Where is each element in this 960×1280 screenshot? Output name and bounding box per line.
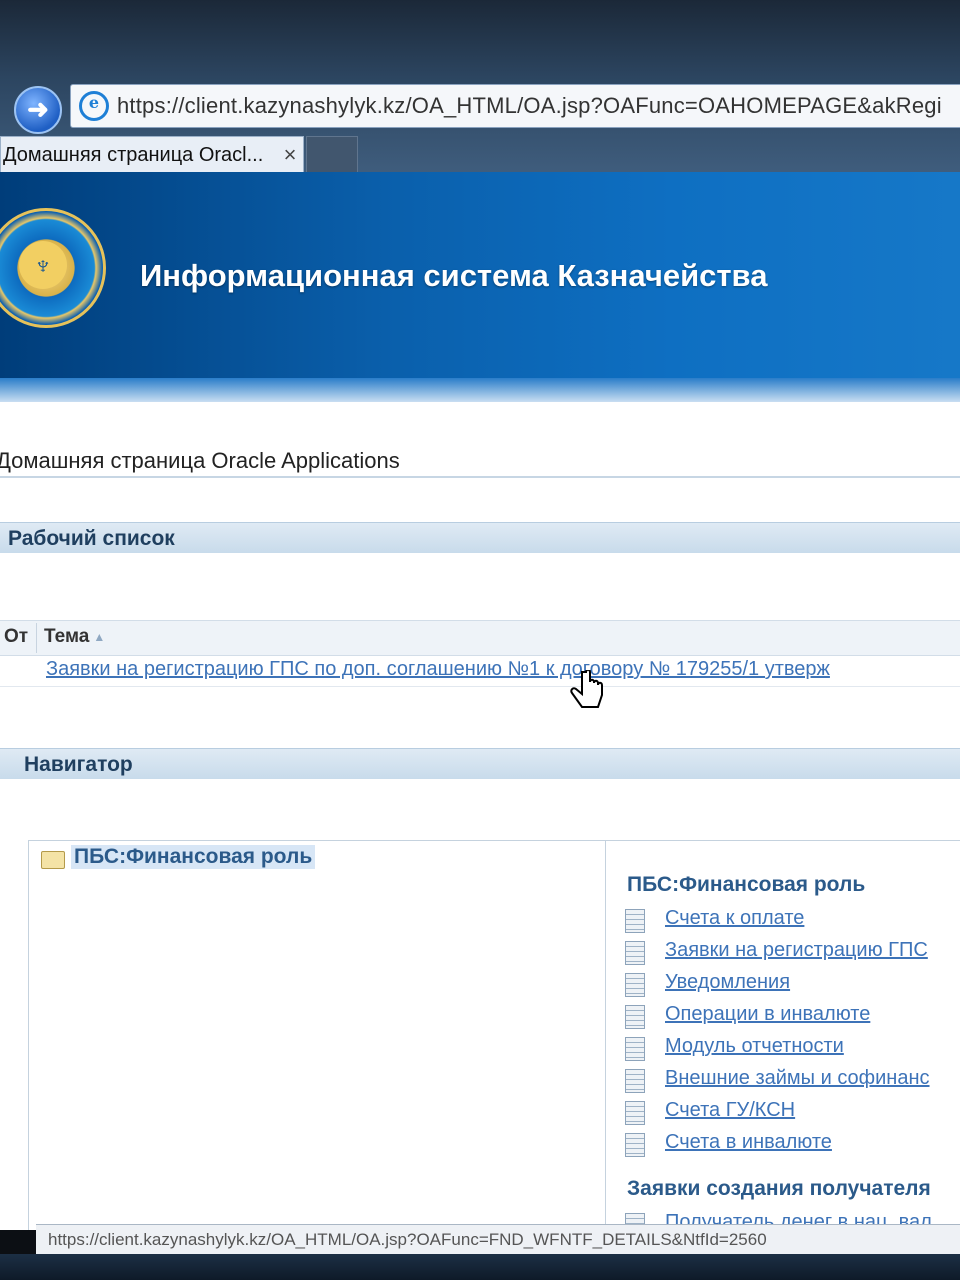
nav-link[interactable]: Счета к оплате [665,907,804,930]
page-title: Домашняя страница Oracle Applications [0,448,400,473]
column-from[interactable]: От [4,626,28,648]
column-subject-label: Тема [44,626,90,647]
folder-icon [41,851,65,869]
document-icon [625,1133,645,1157]
document-icon [625,1005,645,1029]
nav-link[interactable]: Счета ГУ/КСН [665,1099,795,1122]
nav-link[interactable]: Заявки на регистрацию ГПС [665,939,928,962]
treasury-emblem-icon: ♆ [0,208,106,328]
new-tab-button[interactable] [306,136,358,173]
sort-ascending-icon[interactable]: ▲ [93,630,105,644]
column-divider [36,623,37,653]
notification-link[interactable]: Заявки на регистрацию ГПС по доп. соглаш… [46,658,830,681]
navigator-title: Навигатор [24,753,133,776]
column-subject[interactable]: Тема ▲ [44,626,105,648]
document-icon [625,1101,645,1125]
browser-chrome: ➜ e https://client.kazynashylyk.kz/OA_HT… [0,0,960,173]
group-title: ПБС:Финансовая роль [627,873,866,896]
nav-link[interactable]: Модуль отчетности [665,1035,844,1058]
document-icon [625,941,645,965]
navigator-header: Навигатор [0,748,960,779]
emblem-center: ♆ [19,241,67,289]
tab-title[interactable]: Домашняя страница Oracl... [1,144,277,167]
address-url[interactable]: https://client.kazynashylyk.kz/OA_HTML/O… [117,93,942,119]
ie-logo-icon: e [79,91,109,121]
document-icon [625,1069,645,1093]
close-icon[interactable]: × [277,142,303,168]
system-title: Информационная система Казначейства [140,258,768,293]
worklist-header: Рабочий список [0,522,960,553]
nav-link[interactable]: Счета в инвалюте [665,1131,832,1154]
address-bar[interactable]: e https://client.kazynashylyk.kz/OA_HTML… [70,84,960,128]
browser-tab[interactable]: Домашняя страница Oracl... × [0,136,304,173]
worklist-table-header: От Тема ▲ [0,620,960,656]
hand-cursor-icon [570,670,603,708]
worklist-title: Рабочий список [8,527,175,550]
tree-item-financial-role[interactable]: ПБС:Финансовая роль [71,845,316,869]
navigator-function-list: ПБС:Финансовая роль Счета к оплате Заявк… [625,841,960,1230]
status-bar: https://client.kazynashylyk.kz/OA_HTML/O… [36,1224,960,1255]
nav-link[interactable]: Уведомления [665,971,790,994]
banner-divider [0,378,960,402]
navigator-tree: ПБС:Финансовая роль [29,841,606,1230]
table-row: Заявки на регистрацию ГПС по доп. соглаш… [0,656,960,687]
document-icon [625,1037,645,1061]
page-content: ♆ Информационная система Казначейства До… [0,172,960,1230]
header-banner: ♆ Информационная система Казначейства [0,172,960,382]
document-icon [625,973,645,997]
group-title: Заявки создания получателя [627,1177,931,1200]
taskbar [0,1254,960,1280]
document-icon [625,909,645,933]
nav-link[interactable]: Внешние займы и софинанс [665,1067,930,1090]
arrow-right-icon[interactable]: ➜ [14,86,62,134]
nav-link[interactable]: Операции в инвалюте [665,1003,870,1026]
navigator-panel: ПБС:Финансовая роль ПБС:Финансовая роль … [28,840,960,1230]
